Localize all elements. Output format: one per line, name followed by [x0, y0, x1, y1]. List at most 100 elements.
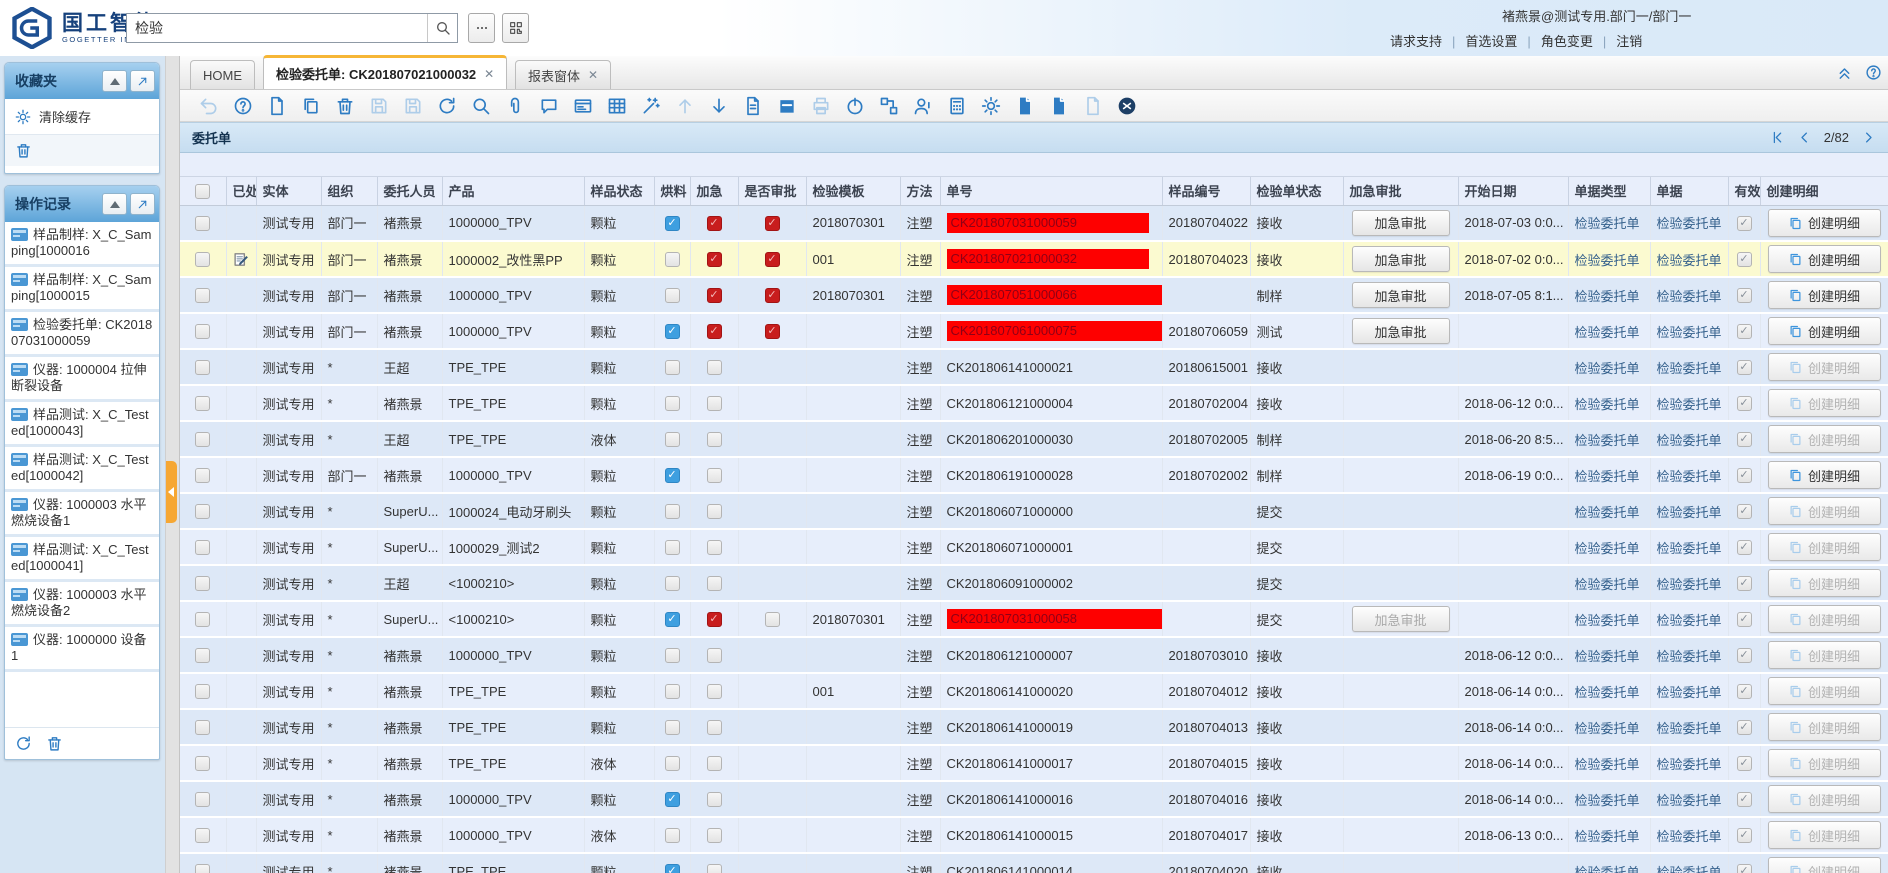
valid-checkbox[interactable]: ✓: [1737, 396, 1752, 411]
urgent-checkbox[interactable]: [707, 576, 722, 591]
valid-checkbox[interactable]: ✓: [1737, 576, 1752, 591]
row-checkbox[interactable]: [195, 612, 210, 627]
urgent-checkbox[interactable]: ✓: [707, 288, 722, 303]
column-header[interactable]: 创建明细: [1760, 177, 1888, 205]
urgent-checkbox[interactable]: ✓: [707, 252, 722, 267]
create-detail-button[interactable]: 创建明细: [1768, 209, 1881, 237]
comment-icon[interactable]: [532, 93, 566, 119]
drying-checkbox[interactable]: [665, 288, 680, 303]
row-checkbox[interactable]: [195, 756, 210, 771]
approved-checkbox[interactable]: ✓: [765, 324, 780, 339]
valid-checkbox[interactable]: ✓: [1737, 756, 1752, 771]
move-down-icon[interactable]: [702, 93, 736, 119]
create-detail-button[interactable]: 创建明细: [1768, 461, 1881, 489]
select-all-checkbox[interactable]: [195, 184, 210, 199]
drying-checkbox[interactable]: ✓: [665, 864, 680, 873]
drying-checkbox[interactable]: [665, 720, 680, 735]
search-input[interactable]: [127, 14, 427, 42]
row-checkbox[interactable]: [195, 252, 210, 267]
column-header[interactable]: 单据: [1650, 177, 1728, 205]
row-checkbox[interactable]: [195, 504, 210, 519]
close-tab-icon[interactable]: ✕: [484, 67, 494, 81]
next-page-icon[interactable]: [1861, 130, 1876, 145]
select-all-header[interactable]: [180, 177, 226, 205]
row-checkbox[interactable]: [195, 792, 210, 807]
valid-checkbox[interactable]: ✓: [1737, 828, 1752, 843]
doc-link[interactable]: 检验委托单: [1650, 385, 1728, 421]
refresh-icon[interactable]: [15, 735, 32, 752]
doc-link[interactable]: 检验委托单: [1650, 601, 1728, 637]
doc-link[interactable]: 检验委托单: [1650, 853, 1728, 873]
row-checkbox[interactable]: [195, 684, 210, 699]
urgent-checkbox[interactable]: [707, 720, 722, 735]
table-row[interactable]: 测试专用*褚燕景TPE_TPE颗粒✓注塑CK201806141000014201…: [180, 853, 1888, 873]
column-header[interactable]: 检验单状态: [1250, 177, 1343, 205]
drying-checkbox[interactable]: [665, 432, 680, 447]
workflow-icon[interactable]: [872, 93, 906, 119]
row-checkbox[interactable]: [195, 432, 210, 447]
history-item[interactable]: 仪器: 1000004 拉伸断裂设备: [5, 357, 159, 402]
top-link[interactable]: 首选设置: [1465, 34, 1517, 49]
doc-link[interactable]: 检验委托单: [1650, 529, 1728, 565]
urgent-checkbox[interactable]: [707, 828, 722, 843]
doc-link[interactable]: 检验委托单: [1650, 781, 1728, 817]
drying-checkbox[interactable]: ✓: [665, 792, 680, 807]
doc-type-link[interactable]: 检验委托单: [1568, 205, 1650, 241]
data-grid-icon[interactable]: [600, 93, 634, 119]
doc-type-link[interactable]: 检验委托单: [1568, 781, 1650, 817]
column-header[interactable]: 检验模板: [806, 177, 900, 205]
doc-type-link[interactable]: 检验委托单: [1568, 853, 1650, 873]
valid-checkbox[interactable]: ✓: [1737, 432, 1752, 447]
doc-link[interactable]: 检验委托单: [1650, 313, 1728, 349]
id-card-icon[interactable]: [566, 93, 600, 119]
table-row[interactable]: 测试专用部门一褚燕景1000002_改性黑PP颗粒✓✓001注塑CK201807…: [180, 241, 1888, 277]
column-header[interactable]: 烘料: [654, 177, 690, 205]
drying-checkbox[interactable]: [665, 504, 680, 519]
urgent-checkbox[interactable]: [707, 684, 722, 699]
row-checkbox[interactable]: [195, 540, 210, 555]
column-header[interactable]: 组织: [321, 177, 377, 205]
doc-link[interactable]: 检验委托单: [1650, 709, 1728, 745]
urgent-checkbox[interactable]: [707, 756, 722, 771]
urgent-approve-button[interactable]: 加急审批: [1352, 246, 1450, 272]
column-header[interactable]: 产品: [442, 177, 584, 205]
approved-checkbox[interactable]: ✓: [765, 252, 780, 267]
collapse-panel-button[interactable]: [102, 70, 127, 92]
urgent-approve-button[interactable]: 加急审批: [1352, 318, 1450, 344]
approved-checkbox[interactable]: ✓: [765, 216, 780, 231]
record-power-icon[interactable]: [838, 93, 872, 119]
row-checkbox[interactable]: [195, 864, 210, 873]
row-checkbox[interactable]: [195, 288, 210, 303]
doc-link[interactable]: 检验委托单: [1650, 277, 1728, 313]
create-detail-button[interactable]: 创建明细: [1768, 281, 1881, 309]
doc-type-link[interactable]: 检验委托单: [1568, 601, 1650, 637]
table-row[interactable]: 测试专用部门一褚燕景1000000_TPV颗粒✓注塑CK201806191000…: [180, 457, 1888, 493]
row-checkbox[interactable]: [195, 648, 210, 663]
drying-checkbox[interactable]: [665, 648, 680, 663]
doc-type-link[interactable]: 检验委托单: [1568, 493, 1650, 529]
row-checkbox[interactable]: [195, 576, 210, 591]
table-row[interactable]: 测试专用*褚燕景1000000_TPV颗粒✓注塑CK20180614100001…: [180, 781, 1888, 817]
more-options-button[interactable]: [468, 13, 495, 43]
doc-link[interactable]: 检验委托单: [1650, 745, 1728, 781]
history-item[interactable]: 仪器: 1000000 设备1: [5, 627, 159, 672]
help-icon[interactable]: [1865, 64, 1882, 81]
drying-checkbox[interactable]: [665, 540, 680, 555]
drying-checkbox[interactable]: [665, 576, 680, 591]
tab-home[interactable]: HOME: [190, 60, 255, 89]
create-detail-button[interactable]: 创建明细: [1768, 317, 1881, 345]
column-header[interactable]: 方法: [900, 177, 940, 205]
attachment-icon[interactable]: [498, 93, 532, 119]
expand-panel-button[interactable]: [130, 70, 155, 92]
urgent-checkbox[interactable]: [707, 396, 722, 411]
valid-checkbox[interactable]: ✓: [1737, 288, 1752, 303]
table-row[interactable]: 测试专用部门一褚燕景1000000_TPV颗粒✓✓✓注塑CK2018070610…: [180, 313, 1888, 349]
export-doc-icon[interactable]: [1008, 93, 1042, 119]
urgent-checkbox[interactable]: ✓: [707, 216, 722, 231]
magic-wand-icon[interactable]: [634, 93, 668, 119]
table-row[interactable]: 测试专用*SuperU...1000029_测试2颗粒注塑CK201806071…: [180, 529, 1888, 565]
doc-link[interactable]: 检验委托单: [1650, 637, 1728, 673]
favorite-item-clear-cache[interactable]: 清除缓存: [5, 99, 159, 134]
doc-type-link[interactable]: 检验委托单: [1568, 385, 1650, 421]
delete-record-icon[interactable]: [328, 93, 362, 119]
